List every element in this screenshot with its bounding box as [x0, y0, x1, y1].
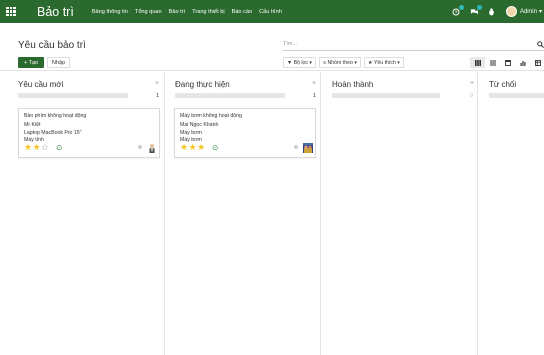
top-navbar: Bảo trì Bảng thông tin Tổng quan Bảo trì… — [0, 0, 544, 23]
status-dot[interactable] — [138, 145, 142, 149]
column-count: 1 — [156, 93, 160, 99]
user-avatar — [505, 6, 517, 17]
menu-item-overview[interactable]: Tổng quan — [135, 9, 162, 15]
quick-create-icon[interactable]: + — [155, 80, 159, 87]
card-owner: Mr Kiệt — [24, 122, 41, 129]
calendar-view-icon[interactable] — [500, 57, 515, 68]
user-menu[interactable]: Admin ▾ — [505, 6, 542, 17]
card-title: Máy bơm không hoạt động — [180, 113, 242, 119]
column-progressbar[interactable] — [489, 93, 544, 98]
menu-item-reports[interactable]: Báo cáo — [232, 9, 253, 15]
card-equipment: Laptop MacBook Pro 15" — [24, 129, 82, 136]
column-progressbar[interactable] — [18, 93, 128, 98]
card-title: Bàn phím không hoạt động — [24, 113, 87, 119]
technician-avatar — [303, 143, 313, 153]
import-button[interactable]: Nhập — [47, 57, 70, 68]
favorites-dropdown[interactable]: ★ Yêu thích ▾ — [363, 57, 404, 68]
status-dot[interactable] — [294, 145, 298, 149]
quick-create-icon[interactable]: + — [312, 80, 316, 87]
breadcrumb: Yêu cầu bảo trì — [18, 40, 86, 51]
activity-icon[interactable]: ⊙ — [212, 143, 218, 152]
apps-menu-icon[interactable] — [0, 0, 22, 23]
search-input[interactable]: Tìm... — [283, 40, 544, 51]
column-title: Từ chối — [489, 80, 517, 89]
quick-create-icon[interactable]: + — [470, 80, 474, 87]
chat-icon[interactable] — [470, 4, 482, 16]
column-progressbar[interactable] — [332, 93, 440, 98]
priority-stars[interactable]: ★★★ — [180, 143, 206, 152]
column-count: 0 — [470, 93, 474, 99]
search-options: ▼ Bộ lọc ▾ ≡ Nhóm theo ▾ ★ Yêu thích ▾ — [283, 57, 404, 68]
card-owner: Mai Ngọc Khánh — [180, 122, 219, 129]
technician-avatar — [147, 143, 157, 153]
kanban-column-rejected: Từ chối — [478, 72, 544, 355]
column-title: Hoàn thành — [332, 80, 374, 89]
menu-item-dashboard[interactable]: Bảng thông tin — [92, 9, 128, 15]
user-name: Admin — [519, 8, 537, 15]
activity-clock-icon[interactable] — [452, 4, 464, 16]
control-panel: Yêu cầu bảo trì Tìm... + Tạo Nhập ▼ Bộ l… — [0, 23, 544, 71]
card-equipment: Máy bơm — [180, 129, 202, 136]
list-view-icon[interactable] — [485, 57, 500, 68]
kanban-board: Yêu cầu mới + 1 Bàn phím không hoạt động… — [0, 72, 544, 355]
user-caret-icon: ▾ — [538, 9, 542, 15]
star-icon[interactable]: ★ — [24, 142, 33, 152]
graph-view-icon[interactable] — [515, 57, 530, 68]
app-name[interactable]: Bảo trì — [37, 5, 74, 19]
group-by-dropdown[interactable]: ≡ Nhóm theo ▾ — [319, 57, 361, 68]
create-button[interactable]: + Tạo — [18, 57, 44, 68]
column-progressbar[interactable] — [175, 93, 285, 98]
kanban-view-icon[interactable] — [470, 57, 485, 68]
star-icon[interactable]: ★ — [197, 142, 206, 152]
column-count: 1 — [313, 93, 317, 99]
menu-item-maintenance[interactable]: Bảo trì — [169, 9, 185, 15]
kanban-column-done: Hoàn thành + 0 — [321, 72, 478, 355]
menu-item-configuration[interactable]: Cấu hình — [259, 9, 282, 15]
priority-stars[interactable]: ★★☆ — [24, 143, 50, 152]
kanban-column-new: Yêu cầu mới + 1 Bàn phím không hoạt động… — [0, 72, 165, 355]
filters-dropdown[interactable]: ▼ Bộ lọc ▾ — [283, 57, 317, 68]
kanban-card[interactable]: Máy bơm không hoạt động Mai Ngọc Khánh M… — [174, 108, 316, 158]
star-icon[interactable]: ★ — [189, 142, 198, 152]
kanban-card[interactable]: Bàn phím không hoạt động Mr Kiệt Laptop … — [18, 108, 160, 158]
column-title: Đang thực hiện — [175, 80, 230, 89]
star-icon[interactable]: ★ — [180, 142, 189, 152]
column-title: Yêu cầu mới — [18, 80, 64, 89]
main-menu: Bảng thông tin Tổng quan Bảo trì Trang t… — [92, 9, 282, 15]
star-empty-icon[interactable]: ☆ — [41, 142, 50, 152]
search-icon[interactable] — [537, 41, 544, 50]
pivot-view-icon[interactable] — [530, 57, 544, 68]
debug-bug-icon[interactable] — [488, 7, 496, 16]
kanban-column-in-progress: Đang thực hiện + 1 Máy bơm không hoạt độ… — [165, 72, 321, 355]
systray: Admin ▾ — [452, 0, 544, 23]
menu-item-equipment[interactable]: Trang thiết bị — [192, 9, 224, 15]
star-icon[interactable]: ★ — [33, 142, 42, 152]
activity-icon[interactable]: ⊙ — [56, 143, 62, 152]
view-switcher — [470, 57, 544, 68]
